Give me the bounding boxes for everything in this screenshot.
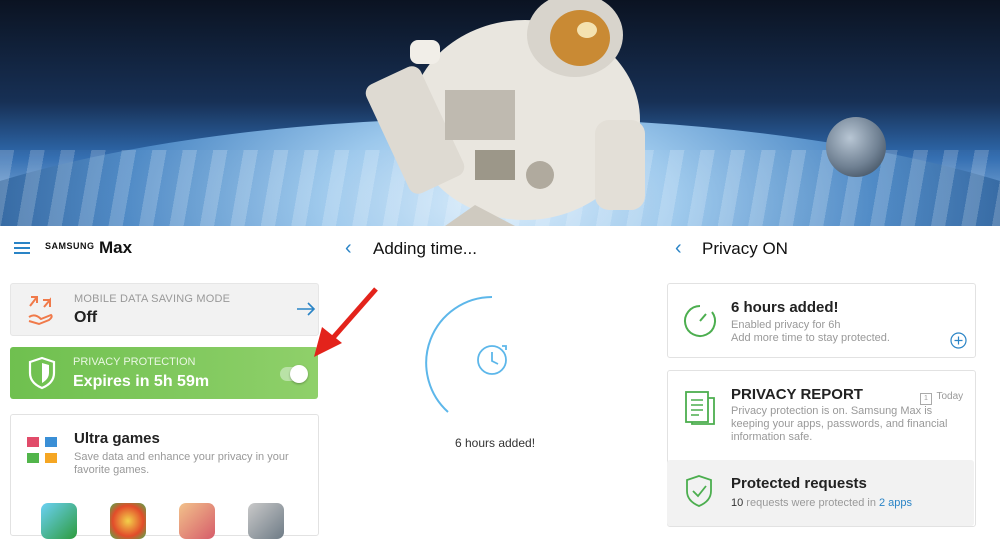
hours-added-line2: Add more time to stay protected.	[731, 332, 890, 344]
data-saving-card[interactable]: MOBILE DATA SAVING MODE Off	[10, 283, 319, 336]
shield-icon	[28, 356, 56, 390]
moon-image	[826, 117, 886, 177]
brand-small: SAMSUNG	[45, 241, 95, 251]
brand-big: Max	[98, 238, 133, 257]
timer-icon	[684, 305, 716, 337]
add-time-icon[interactable]	[950, 332, 967, 349]
requests-text: requests were protected in	[743, 497, 879, 509]
astronaut-image	[365, 0, 645, 226]
hours-added-card: 6 hours added! Enabled privacy for 6h Ad…	[667, 283, 976, 358]
privacy-value: Expires in 5h 59m	[73, 373, 210, 390]
protected-requests-row[interactable]: Protected requests 10 requests were prot…	[667, 460, 974, 526]
back-icon[interactable]: ‹	[675, 237, 682, 260]
game-icon-2[interactable]	[110, 503, 146, 539]
privacy-protection-card[interactable]: PRIVACY PROTECTION Expires in 5h 59m	[10, 347, 318, 399]
data-saving-label: MOBILE DATA SAVING MODE	[74, 293, 231, 305]
privacy-report-desc: Privacy protection is on. Samsung Max is…	[731, 405, 948, 443]
adding-status: 6 hours added!	[454, 436, 536, 450]
adding-time-title: Adding time...	[373, 239, 477, 258]
privacy-on-panel: ‹ Privacy ON 6 hours added! Enabled priv…	[660, 226, 1000, 527]
back-icon[interactable]: ‹	[345, 237, 352, 260]
menu-icon[interactable]	[14, 242, 30, 254]
progress-spinner	[425, 296, 507, 413]
shield-check-icon	[686, 475, 712, 507]
privacy-label: PRIVACY PROTECTION	[73, 356, 196, 368]
adding-time-panel: ‹ Adding time... 6 hours added!	[330, 226, 660, 525]
protected-requests-text: 10 requests were protected in 2 apps	[731, 497, 912, 509]
calendar-icon: 1	[920, 393, 932, 405]
home-panel: SAMSUNG Max MOBILE DATA SAVING MODE Off …	[0, 226, 330, 536]
request-count: 10	[731, 497, 744, 509]
ultra-games-desc: Save data and enhance your privacy in yo…	[74, 451, 289, 476]
hero-image	[0, 0, 1000, 226]
clock-refresh-icon	[477, 345, 507, 375]
home-header: SAMSUNG Max	[0, 226, 330, 270]
data-saving-icon	[28, 296, 53, 326]
privacy-on-title: Privacy ON	[702, 239, 788, 258]
hours-added-line1: Enabled privacy for 6h	[731, 319, 841, 331]
game-icon-3[interactable]	[179, 503, 215, 539]
games-icon	[27, 437, 57, 463]
privacy-toggle[interactable]	[280, 365, 308, 383]
protected-requests-title: Protected requests	[731, 475, 867, 492]
ultra-games-title: Ultra games	[74, 430, 160, 447]
privacy-report-card[interactable]: PRIVACY REPORT 1 Today Privacy protectio…	[667, 370, 976, 527]
game-icon-1[interactable]	[41, 503, 77, 539]
data-saving-value: Off	[74, 309, 98, 326]
report-date-label: Today	[936, 391, 964, 402]
privacy-report-title: PRIVACY REPORT	[731, 386, 863, 403]
apps-link[interactable]: 2 apps	[879, 497, 912, 509]
report-icon	[685, 391, 715, 425]
report-date: 1 Today	[920, 386, 963, 405]
hours-added-title: 6 hours added!	[731, 299, 839, 316]
app-logo: SAMSUNG Max	[45, 238, 132, 258]
game-icon-4[interactable]	[248, 503, 284, 539]
